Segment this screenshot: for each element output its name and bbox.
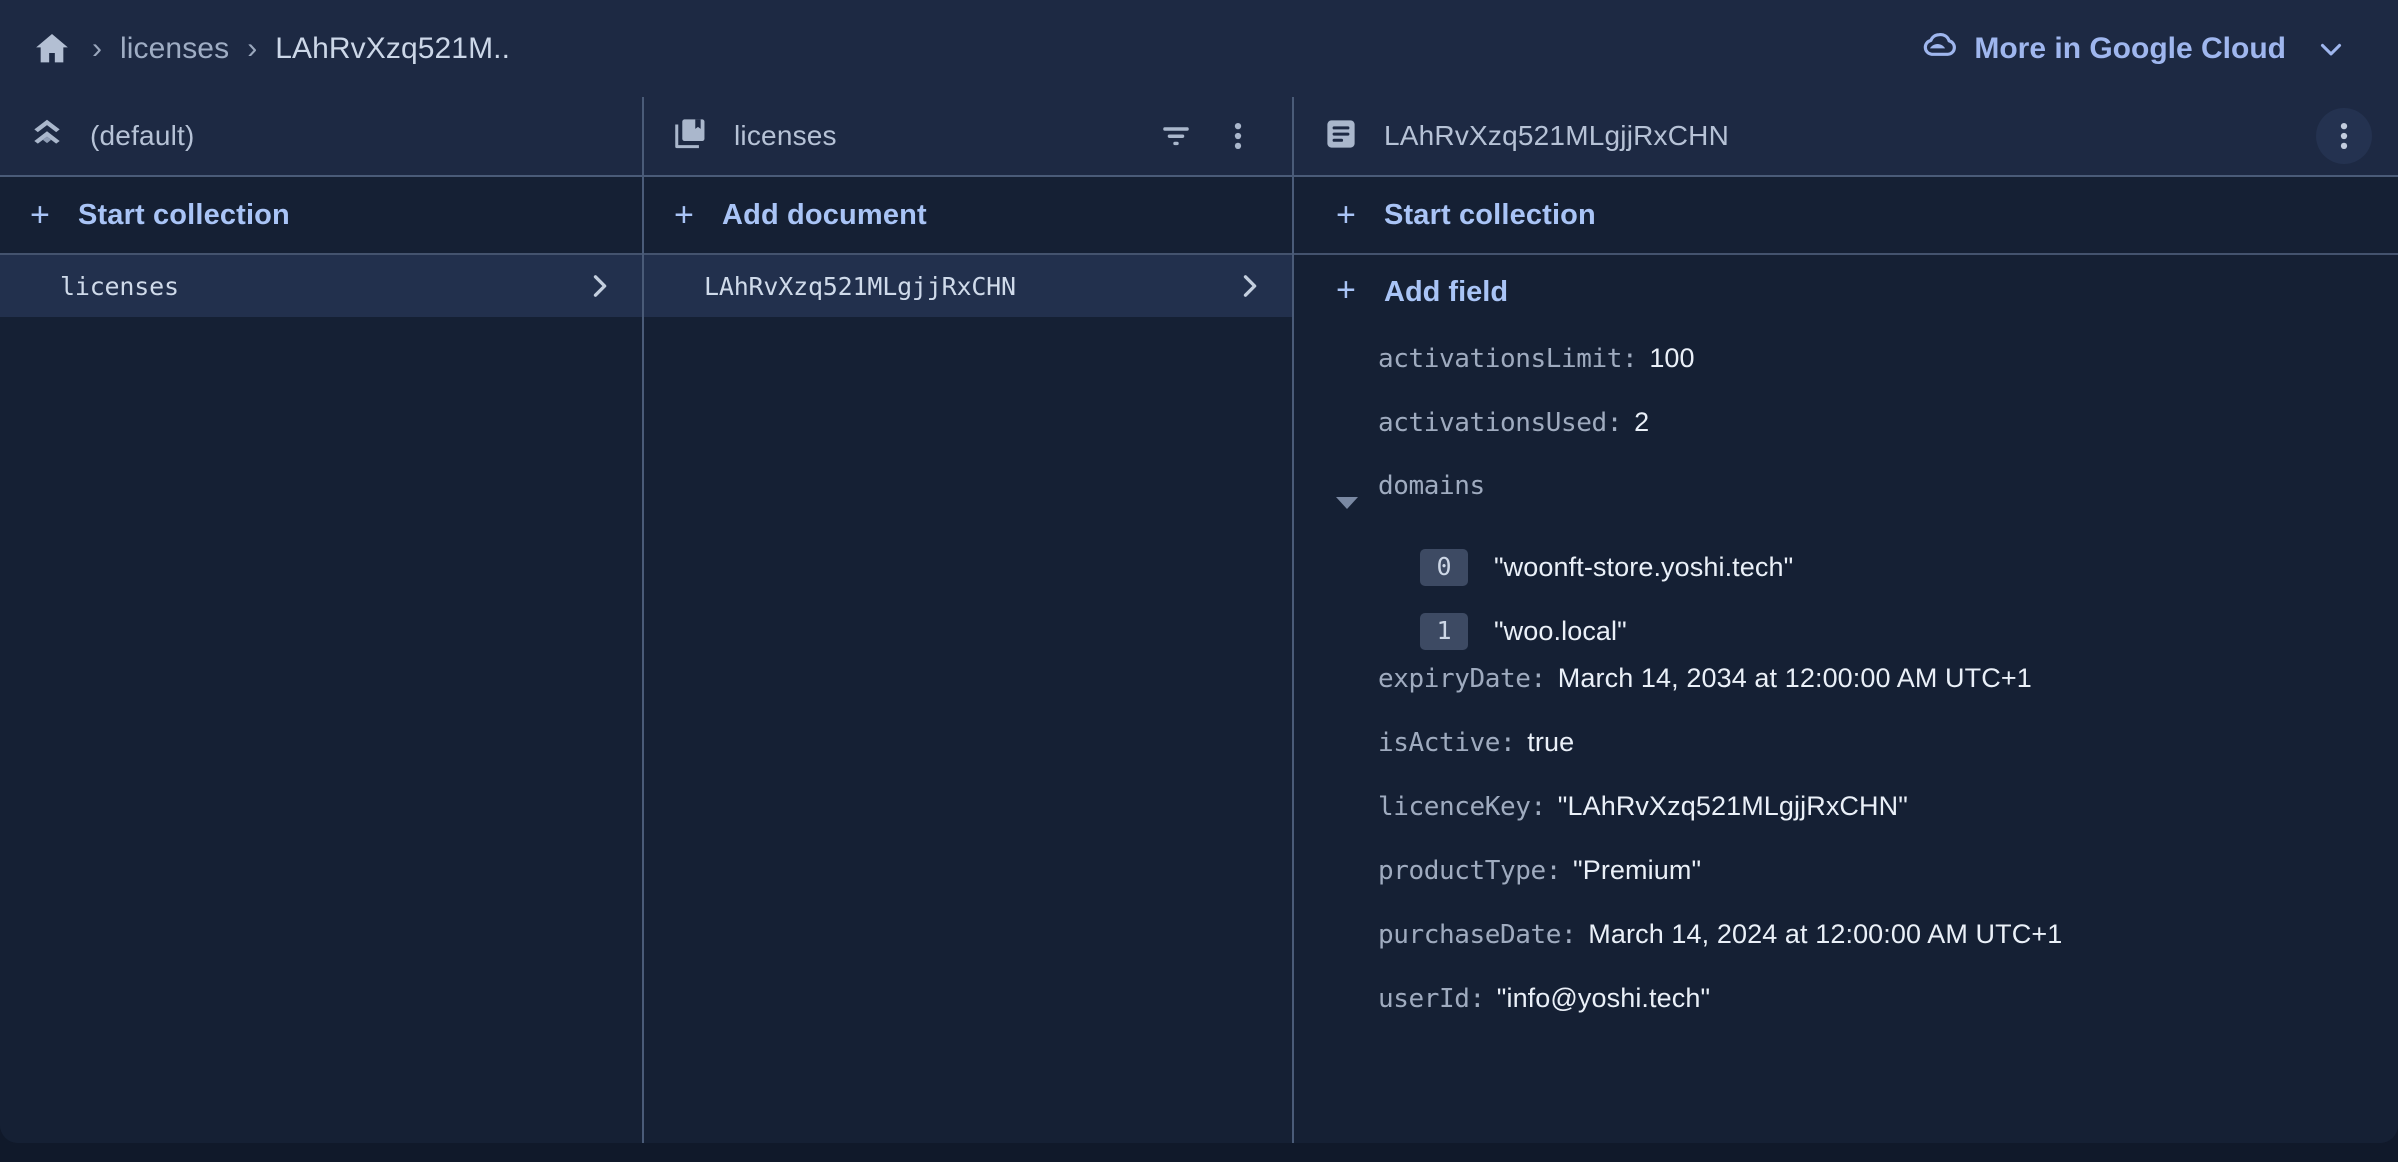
array-index-badge: 1 [1420,612,1468,650]
plus-icon: + [1336,271,1356,309]
breadcrumb-item-document[interactable]: LAhRvXzq521M.. [275,32,510,66]
start-collection-label-doc: Start collection [1384,198,1596,231]
field-key: domains [1378,471,1485,501]
array-item[interactable]: 0 "woonft-store.yoshi.tech" [1294,535,2398,599]
breadcrumb-separator-1: › [92,31,102,65]
array-item-value: "woonft-store.yoshi.tech" [1494,551,1794,582]
collection-column-header: licenses [644,97,1292,177]
field-key: userId: [1378,984,1485,1014]
field-key: expiryDate: [1378,664,1546,694]
field-row[interactable]: productType: "Premium" [1294,855,2398,919]
start-collection-button-db[interactable]: + Start collection [0,177,642,255]
plus-icon: + [30,196,50,234]
chevron-right-icon [1232,269,1266,303]
filter-icon[interactable] [1148,108,1204,164]
field-value: March 14, 2024 at 12:00:00 AM UTC+1 [1588,919,2063,949]
browser-panels: (default) + Start collection licenses li… [0,97,2398,1143]
google-cloud-icon [1916,29,1958,69]
plus-icon: + [674,196,694,234]
field-key: activationsUsed: [1378,408,1623,438]
field-row[interactable]: activationsUsed: 2 [1294,407,2398,471]
database-name-label: (default) [90,120,195,151]
add-field-button[interactable]: + Add field [1294,271,2398,343]
field-key: licenceKey: [1378,792,1546,822]
breadcrumb-bar: › licenses › LAhRvXzq521M.. More in Goog… [0,0,2398,97]
field-key: purchaseDate: [1378,920,1577,950]
breadcrumb: › licenses › LAhRvXzq521M.. [30,27,1910,71]
breadcrumb-separator-2: › [247,31,258,65]
field-value: "info@yoshi.tech" [1496,983,1711,1013]
field-value: true [1527,727,1575,757]
field-row[interactable]: expiryDate: March 14, 2034 at 12:00:00 A… [1294,663,2398,727]
firestore-database-icon [28,115,66,158]
start-collection-button-doc[interactable]: + Start collection [1294,177,2398,255]
field-value: "Premium" [1573,855,1702,885]
document-column-header: LAhRvXzq521MLgjjRxCHN [1294,97,2398,177]
more-in-google-cloud-label: More in Google Cloud [1974,31,2286,65]
chevron-down-icon [2314,32,2348,66]
field-row[interactable]: activationsLimit: 100 [1294,343,2398,407]
database-column-header: (default) [0,97,642,177]
field-value: 100 [1649,343,1695,373]
field-value: March 14, 2034 at 12:00:00 AM UTC+1 [1557,663,2032,693]
document-icon [1322,115,1360,158]
field-key: productType: [1378,856,1562,886]
field-row[interactable]: isActive: true [1294,727,2398,791]
document-column: LAhRvXzq521MLgjjRxCHN + Start collection… [1294,97,2398,1143]
field-value: "LAhRvXzq521MLgjjRxCHN" [1557,791,1908,821]
collection-list-item-licenses[interactable]: licenses [0,255,642,317]
field-row[interactable]: purchaseDate: March 14, 2024 at 12:00:00… [1294,919,2398,983]
expand-caret-slot[interactable] [1336,497,1378,509]
caret-down-icon[interactable] [1336,497,1358,509]
document-id: LAhRvXzq521MLgjjRxCHN [704,271,1016,301]
field-list: + Add field activationsLimit: 100 activa… [1294,255,2398,1047]
array-item-value: "woo.local" [1494,615,1627,646]
collection-name-label: licenses [734,120,837,151]
field-row[interactable]: userId: "info@yoshi.tech" [1294,983,2398,1047]
breadcrumb-item-licenses[interactable]: licenses [120,32,229,66]
firestore-data-browser: › licenses › LAhRvXzq521M.. More in Goog… [0,0,2398,1162]
field-key: activationsLimit: [1378,344,1638,374]
plus-icon: + [1336,196,1356,234]
document-list-item[interactable]: LAhRvXzq521MLgjjRxCHN [644,255,1292,317]
add-document-button[interactable]: + Add document [644,177,1292,255]
home-icon[interactable] [30,27,74,71]
start-collection-label-db: Start collection [78,198,290,231]
collection-name: licenses [60,271,179,301]
database-column: (default) + Start collection licenses [0,97,644,1143]
add-field-label: Add field [1384,276,1509,308]
add-document-label: Add document [722,198,927,231]
more-vert-icon-collection[interactable] [1210,108,1266,164]
collections-bookmark-icon [672,115,710,158]
array-item[interactable]: 1 "woo.local" [1294,599,2398,663]
array-index-badge: 0 [1420,548,1468,586]
more-in-google-cloud-button[interactable]: More in Google Cloud [1910,21,2354,77]
chevron-right-icon [582,269,616,303]
collection-column: licenses + Add document LAhRvXzq521MLgjj… [644,97,1294,1143]
field-row[interactable]: licenceKey: "LAhRvXzq521MLgjjRxCHN" [1294,791,2398,855]
field-key: isActive: [1378,728,1516,758]
more-vert-icon-document[interactable] [2316,108,2372,164]
document-id-label: LAhRvXzq521MLgjjRxCHN [1384,120,1729,151]
field-row-domains[interactable]: domains [1294,471,2398,535]
field-value: 2 [1634,407,1650,437]
